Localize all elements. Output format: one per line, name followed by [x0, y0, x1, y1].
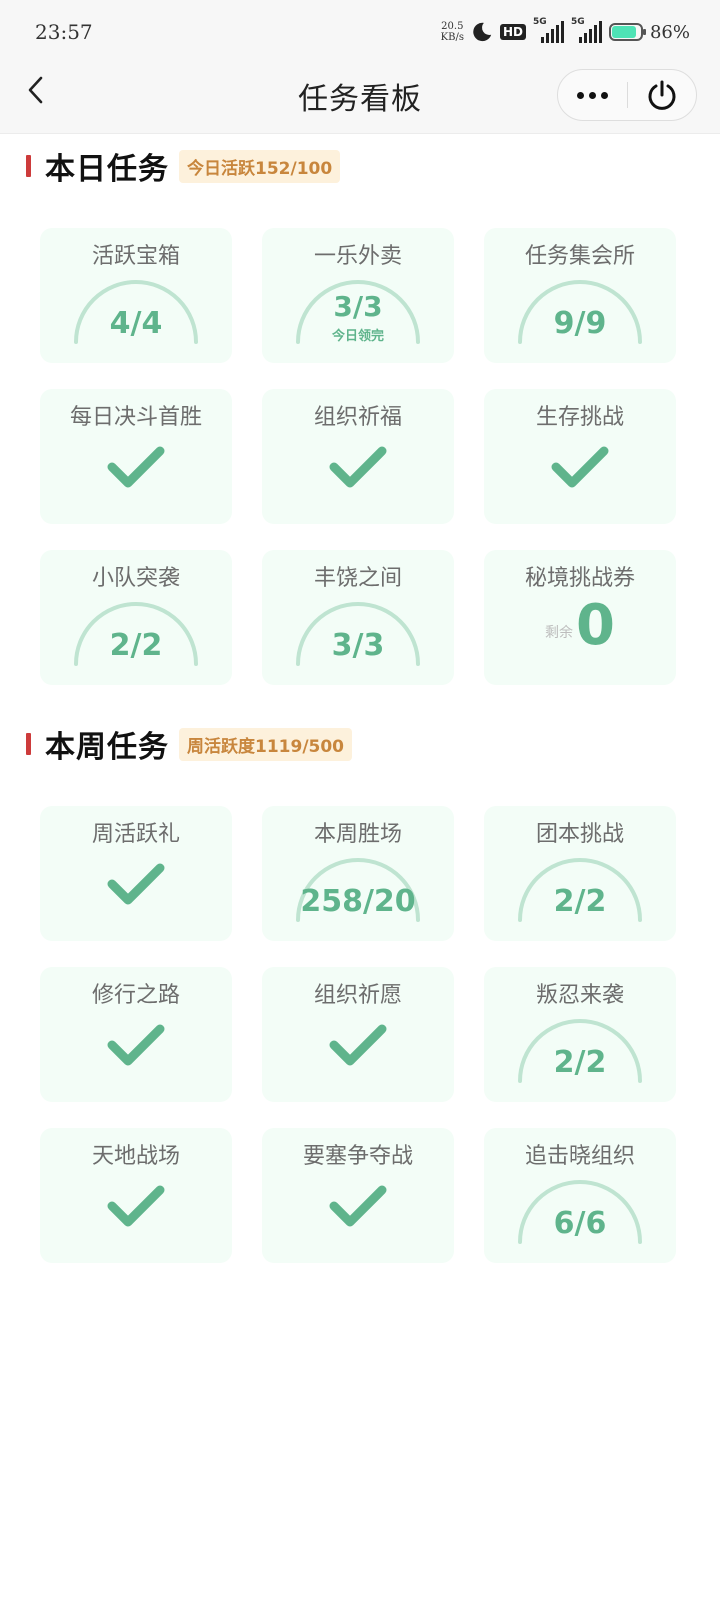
- remaining-value: 0: [576, 593, 615, 658]
- check-icon: [107, 446, 165, 488]
- section-accent-bar: [26, 155, 31, 177]
- task-progress: 6/6: [553, 1206, 607, 1241]
- check-icon: [329, 446, 387, 488]
- task-title: 叛忍来袭: [535, 983, 624, 1008]
- task-status-note: 今日领完: [331, 329, 384, 344]
- task-card[interactable]: 每日决斗首胜: [40, 389, 232, 524]
- task-title: 天地战场: [91, 1144, 180, 1169]
- task-title: 本周胜场: [313, 822, 402, 847]
- check-icon: [107, 1024, 165, 1066]
- hd-icon: HD: [499, 24, 526, 40]
- mini-program-capsule: [557, 69, 697, 121]
- more-button[interactable]: [558, 70, 627, 120]
- task-card[interactable]: 一乐外卖 3/3 今日领完: [262, 228, 454, 363]
- daily-section-title: 本日任务: [45, 152, 169, 187]
- task-card[interactable]: 小队突袭 2/2: [40, 550, 232, 685]
- check-icon: [329, 1185, 387, 1227]
- task-card[interactable]: 组织祈福: [262, 389, 454, 524]
- nav-bar: 任务看板: [0, 64, 720, 134]
- moon-icon: [473, 22, 492, 42]
- daily-section-header: 本日任务 今日活跃152/100: [26, 146, 341, 187]
- daily-activity-badge: 今日活跃152/100: [179, 149, 341, 183]
- task-progress: 2/2: [553, 884, 607, 919]
- task-title: 组织祈愿: [313, 983, 402, 1008]
- task-title: 修行之路: [91, 983, 180, 1008]
- task-card[interactable]: 生存挑战: [484, 389, 676, 524]
- task-card[interactable]: 任务集会所 9/9: [484, 228, 676, 363]
- battery-percent: 86%: [649, 21, 690, 43]
- task-progress: 258/20: [300, 884, 416, 919]
- task-title: 任务集会所: [524, 244, 635, 269]
- task-title: 秘境挑战券: [524, 566, 635, 591]
- weekly-section-header: 本周任务 周活跃度1119/500: [26, 724, 353, 765]
- battery-level: [611, 26, 637, 38]
- task-progress: 9/9: [553, 306, 607, 341]
- status-icons: 20.5 KB/s HD 5G 5G 86%: [440, 17, 690, 46]
- task-progress: 2/2: [109, 628, 163, 663]
- task-title: 丰饶之间: [313, 566, 402, 591]
- task-card[interactable]: 活跃宝箱 4/4: [40, 228, 232, 363]
- task-progress: 3/3: [331, 628, 385, 663]
- task-card[interactable]: 修行之路: [40, 967, 232, 1102]
- status-bar: 23:57 20.5 KB/s HD 5G 5G 86%: [0, 0, 720, 64]
- task-card[interactable]: 要塞争夺战: [262, 1128, 454, 1263]
- section-accent-bar: [26, 733, 31, 755]
- daily-task-grid: 活跃宝箱 4/4 一乐外卖 3/3 今日领完 任务集会所 9/9 每日决斗首胜 组织祈福 生存挑战…: [40, 228, 676, 685]
- remaining-label: 剩余: [545, 625, 574, 641]
- signal-sim1-icon: 5G: [533, 17, 564, 43]
- task-card[interactable]: 团本挑战 2/2: [484, 806, 676, 941]
- power-icon: [648, 80, 676, 110]
- task-card[interactable]: 追击晓组织 6/6: [484, 1128, 676, 1263]
- check-icon: [107, 1185, 165, 1227]
- task-title: 活跃宝箱: [91, 244, 180, 269]
- task-card[interactable]: 本周胜场 258/20: [262, 806, 454, 941]
- task-title: 追击晓组织: [524, 1144, 635, 1169]
- task-card[interactable]: 组织祈愿: [262, 967, 454, 1102]
- task-title: 生存挑战: [535, 405, 624, 430]
- task-card[interactable]: 叛忍来袭 2/2: [484, 967, 676, 1102]
- task-title: 一乐外卖: [313, 244, 402, 269]
- task-progress: 3/3: [333, 290, 383, 323]
- close-button[interactable]: [628, 70, 697, 120]
- weekly-task-grid: 周活跃礼 本周胜场 258/20 团本挑战 2/2 修行之路 组织祈愿 叛忍来袭 2/2 天地战场…: [40, 806, 676, 1263]
- weekly-section-title: 本周任务: [45, 730, 169, 765]
- task-title: 团本挑战: [535, 822, 624, 847]
- task-card[interactable]: 丰饶之间 3/3: [262, 550, 454, 685]
- check-icon: [107, 863, 165, 905]
- check-icon: [551, 446, 609, 488]
- check-icon: [329, 1024, 387, 1066]
- weekly-activity-badge: 周活跃度1119/500: [179, 727, 353, 761]
- remaining-count: 剩余 0: [484, 596, 676, 656]
- battery-icon: [608, 23, 646, 41]
- task-card[interactable]: 天地战场: [40, 1128, 232, 1263]
- status-time: 23:57: [35, 20, 93, 44]
- task-title: 要塞争夺战: [302, 1144, 413, 1169]
- task-title: 周活跃礼: [91, 822, 180, 847]
- network-speed: 20.5 KB/s: [440, 21, 464, 43]
- task-title: 小队突袭: [91, 566, 180, 591]
- more-dots-icon: [576, 91, 584, 99]
- task-title: 每日决斗首胜: [69, 405, 202, 430]
- task-card[interactable]: 秘境挑战券剩余 0: [484, 550, 676, 685]
- signal-sim2-icon: 5G: [571, 17, 602, 43]
- task-title: 组织祈福: [313, 405, 402, 430]
- task-progress: 2/2: [553, 1045, 607, 1080]
- task-progress: 4/4: [109, 306, 163, 341]
- task-card[interactable]: 周活跃礼: [40, 806, 232, 941]
